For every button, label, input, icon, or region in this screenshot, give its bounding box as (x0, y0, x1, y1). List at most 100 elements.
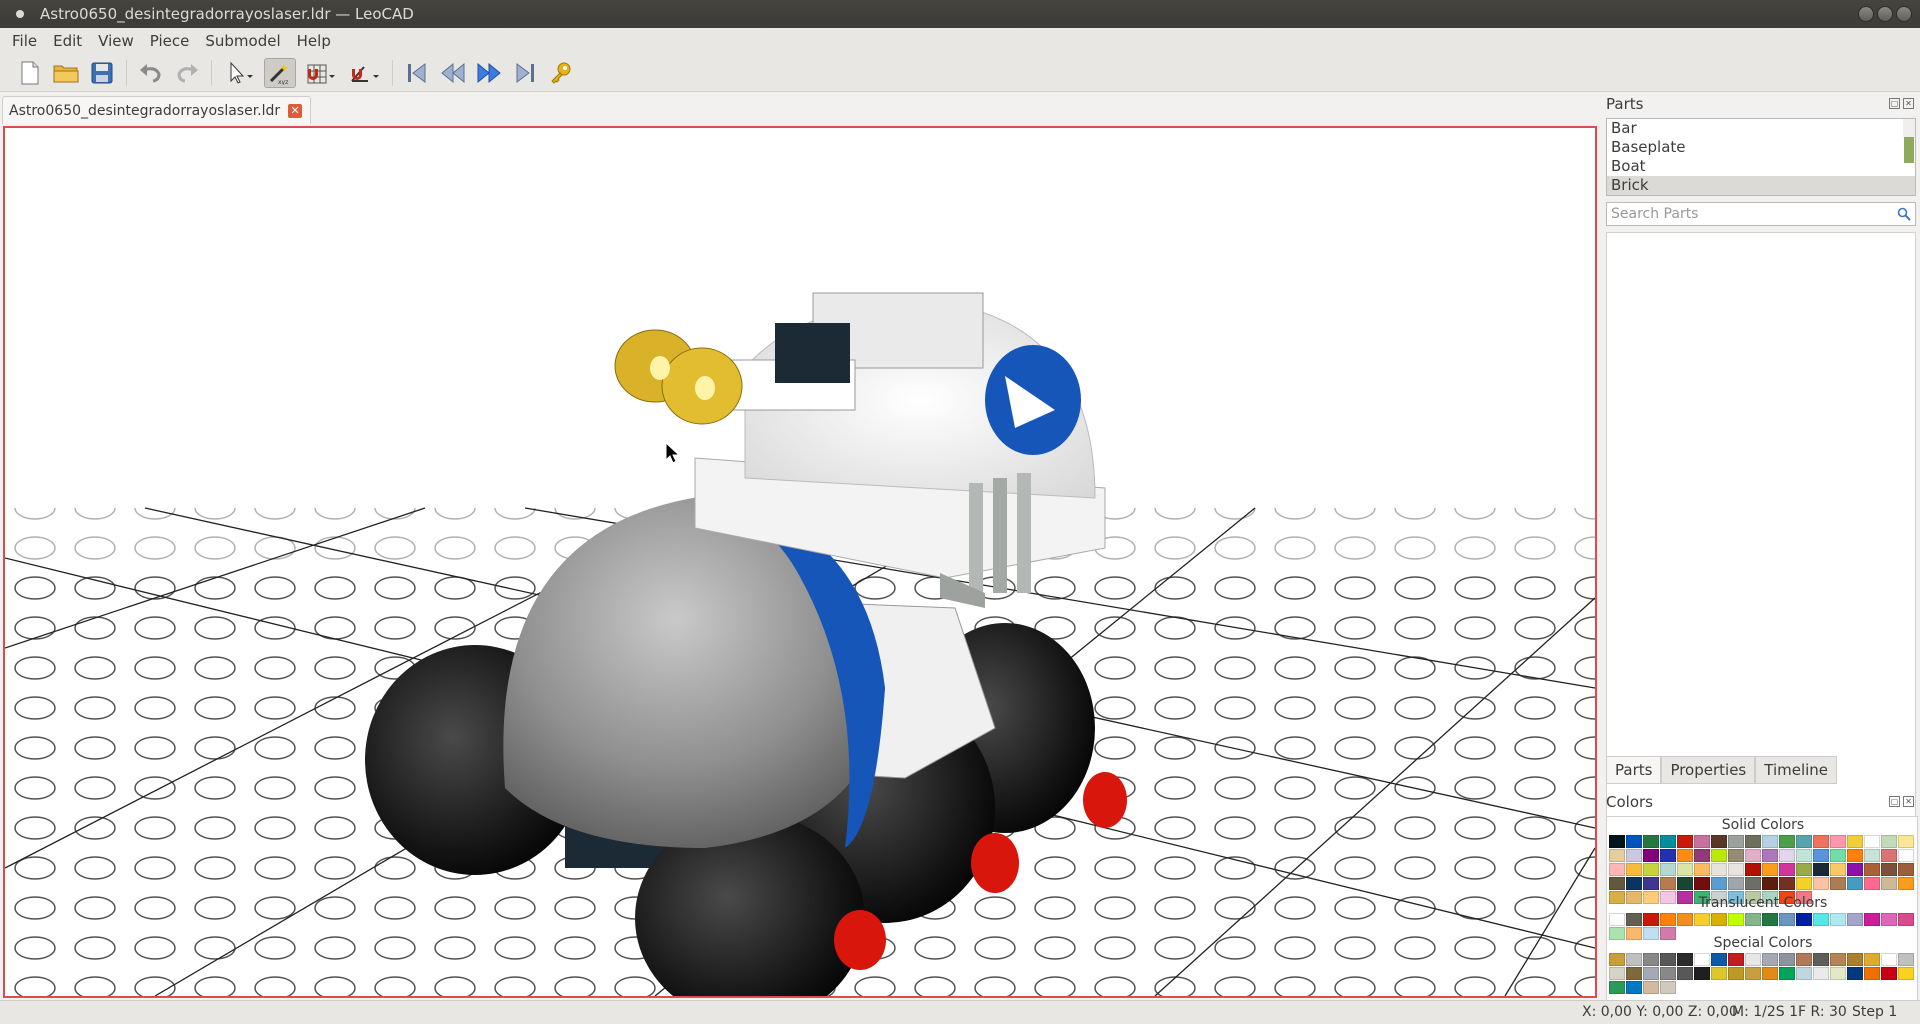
color-swatch[interactable] (1660, 877, 1676, 890)
color-swatch[interactable] (1830, 913, 1846, 926)
color-swatch[interactable] (1728, 849, 1744, 862)
color-swatch[interactable] (1898, 849, 1914, 862)
color-swatch[interactable] (1745, 835, 1761, 848)
color-swatch[interactable] (1796, 877, 1812, 890)
color-swatch[interactable] (1830, 953, 1846, 966)
color-swatch[interactable] (1847, 953, 1863, 966)
color-swatch[interactable] (1677, 835, 1693, 848)
color-swatch[interactable] (1830, 877, 1846, 890)
save-button[interactable] (86, 58, 118, 88)
color-swatch[interactable] (1677, 913, 1693, 926)
color-swatch[interactable] (1881, 835, 1897, 848)
color-swatch[interactable] (1728, 835, 1744, 848)
color-swatch[interactable] (1609, 953, 1625, 966)
color-swatch[interactable] (1779, 863, 1795, 876)
color-swatch[interactable] (1660, 849, 1676, 862)
color-swatch[interactable] (1660, 835, 1676, 848)
color-swatch[interactable] (1796, 953, 1812, 966)
3d-viewport[interactable] (3, 126, 1597, 998)
color-swatch[interactable] (1711, 849, 1727, 862)
search-parts-input[interactable]: Search Parts (1606, 202, 1916, 226)
color-swatch[interactable] (1779, 967, 1795, 980)
color-swatch[interactable] (1796, 835, 1812, 848)
window-menu-icon[interactable] (16, 10, 24, 18)
color-swatch[interactable] (1643, 877, 1659, 890)
color-swatch[interactable] (1694, 967, 1710, 980)
color-swatch[interactable] (1626, 967, 1642, 980)
color-swatch[interactable] (1677, 877, 1693, 890)
color-swatch[interactable] (1898, 967, 1914, 980)
color-swatch[interactable] (1694, 849, 1710, 862)
color-swatch[interactable] (1694, 913, 1710, 926)
color-swatch[interactable] (1643, 981, 1659, 994)
category-item[interactable]: Baseplate (1607, 138, 1915, 157)
color-swatch[interactable] (1864, 835, 1880, 848)
category-scrollbar[interactable] (1903, 119, 1915, 163)
color-swatch[interactable] (1898, 835, 1914, 848)
color-swatch[interactable] (1643, 967, 1659, 980)
color-swatch[interactable] (1898, 953, 1914, 966)
insert-step-button[interactable] (545, 58, 577, 88)
color-swatch[interactable] (1779, 849, 1795, 862)
color-swatch[interactable] (1745, 913, 1761, 926)
minimize-button[interactable] (1858, 6, 1874, 22)
color-swatch[interactable] (1847, 835, 1863, 848)
transform-tool-button[interactable]: xyz (264, 57, 296, 88)
open-file-button[interactable] (50, 58, 82, 88)
color-swatch[interactable] (1830, 967, 1846, 980)
color-swatch[interactable] (1881, 953, 1897, 966)
color-swatch[interactable] (1745, 967, 1761, 980)
color-swatch[interactable] (1609, 863, 1625, 876)
float-dock-icon[interactable]: ▢ (1889, 98, 1900, 109)
search-icon[interactable] (1897, 207, 1911, 221)
color-swatch[interactable] (1813, 967, 1829, 980)
color-swatch[interactable] (1745, 953, 1761, 966)
color-swatch[interactable] (1796, 863, 1812, 876)
color-swatch[interactable] (1779, 877, 1795, 890)
color-swatch[interactable] (1677, 849, 1693, 862)
select-tool-button[interactable] (220, 58, 260, 88)
maximize-button[interactable] (1877, 6, 1893, 22)
color-swatch[interactable] (1813, 913, 1829, 926)
color-swatch[interactable] (1745, 849, 1761, 862)
color-swatch[interactable] (1796, 967, 1812, 980)
color-swatch[interactable] (1609, 981, 1625, 994)
color-swatch[interactable] (1898, 913, 1914, 926)
color-swatch[interactable] (1728, 913, 1744, 926)
color-swatch[interactable] (1711, 953, 1727, 966)
color-swatch[interactable] (1677, 863, 1693, 876)
color-swatch[interactable] (1728, 877, 1744, 890)
next-step-button[interactable] (473, 58, 505, 88)
menu-view[interactable]: View (90, 32, 142, 50)
color-swatch[interactable] (1762, 835, 1778, 848)
color-swatch[interactable] (1626, 877, 1642, 890)
color-swatch[interactable] (1660, 981, 1676, 994)
color-swatch[interactable] (1745, 863, 1761, 876)
scrollbar-thumb[interactable] (1904, 137, 1914, 163)
menu-help[interactable]: Help (289, 32, 339, 50)
color-swatch[interactable] (1881, 913, 1897, 926)
color-swatch[interactable] (1813, 953, 1829, 966)
color-swatch[interactable] (1847, 877, 1863, 890)
color-swatch[interactable] (1864, 849, 1880, 862)
color-swatch[interactable] (1609, 835, 1625, 848)
undo-button[interactable] (135, 58, 167, 88)
color-swatch[interactable] (1677, 967, 1693, 980)
color-swatch[interactable] (1643, 913, 1659, 926)
color-swatch[interactable] (1881, 877, 1897, 890)
color-swatch[interactable] (1864, 913, 1880, 926)
color-swatch[interactable] (1830, 863, 1846, 876)
color-swatch[interactable] (1694, 877, 1710, 890)
color-swatch[interactable] (1864, 877, 1880, 890)
color-swatch[interactable] (1796, 913, 1812, 926)
color-swatch[interactable] (1762, 953, 1778, 966)
color-swatch[interactable] (1881, 967, 1897, 980)
color-swatch[interactable] (1660, 913, 1676, 926)
color-swatch[interactable] (1660, 953, 1676, 966)
color-swatch[interactable] (1711, 863, 1727, 876)
color-swatch[interactable] (1813, 877, 1829, 890)
color-swatch[interactable] (1660, 863, 1676, 876)
color-swatch[interactable] (1711, 835, 1727, 848)
color-swatch[interactable] (1813, 863, 1829, 876)
color-swatch[interactable] (1864, 967, 1880, 980)
